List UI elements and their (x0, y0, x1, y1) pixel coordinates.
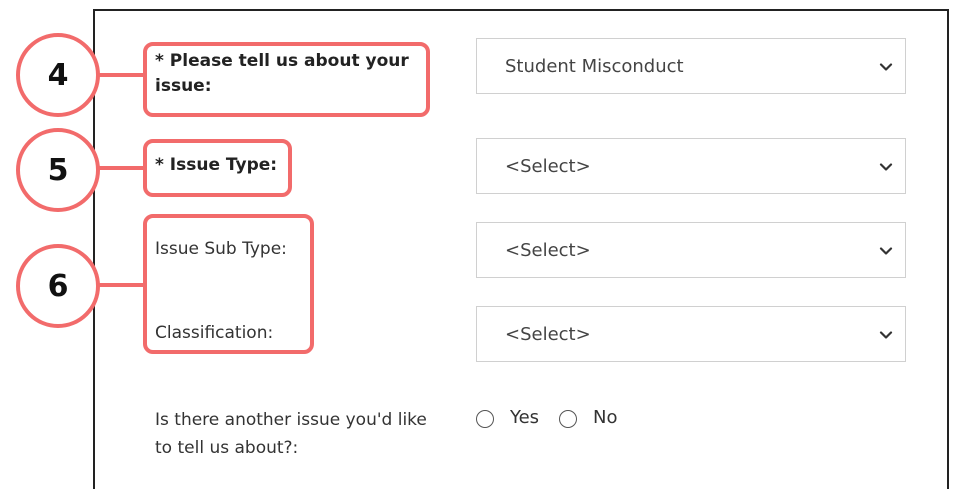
callout-connector-6 (97, 283, 144, 287)
classification-value: <Select> (505, 324, 591, 345)
radio-no-label[interactable]: No (593, 405, 617, 431)
radio-yes-label[interactable]: Yes (510, 405, 539, 431)
callout-connector-5 (97, 166, 144, 170)
another-issue-label: Is there another issue you'd like to tel… (155, 410, 427, 458)
issue-type-select[interactable]: <Select> (476, 138, 906, 194)
chevron-down-icon (879, 331, 893, 339)
issue-sub-type-select[interactable]: <Select> (476, 222, 906, 278)
chevron-down-icon (879, 247, 893, 255)
callout-connector-4 (97, 73, 144, 77)
callout-number-5: 5 (16, 128, 100, 212)
chevron-down-icon (879, 163, 893, 171)
callout-box-4 (143, 42, 430, 117)
callout-box-5 (143, 139, 292, 197)
issue-about-value: Student Misconduct (505, 56, 684, 77)
classification-select[interactable]: <Select> (476, 306, 906, 362)
callout-number-4: 4 (16, 33, 100, 117)
issue-type-value: <Select> (505, 156, 591, 177)
issue-about-select[interactable]: Student Misconduct (476, 38, 906, 94)
radio-no[interactable] (559, 410, 577, 428)
callout-number-6: 6 (16, 244, 100, 328)
radio-yes[interactable] (476, 410, 494, 428)
issue-sub-type-value: <Select> (505, 240, 591, 261)
chevron-down-icon (879, 63, 893, 71)
callout-box-6 (143, 214, 314, 354)
